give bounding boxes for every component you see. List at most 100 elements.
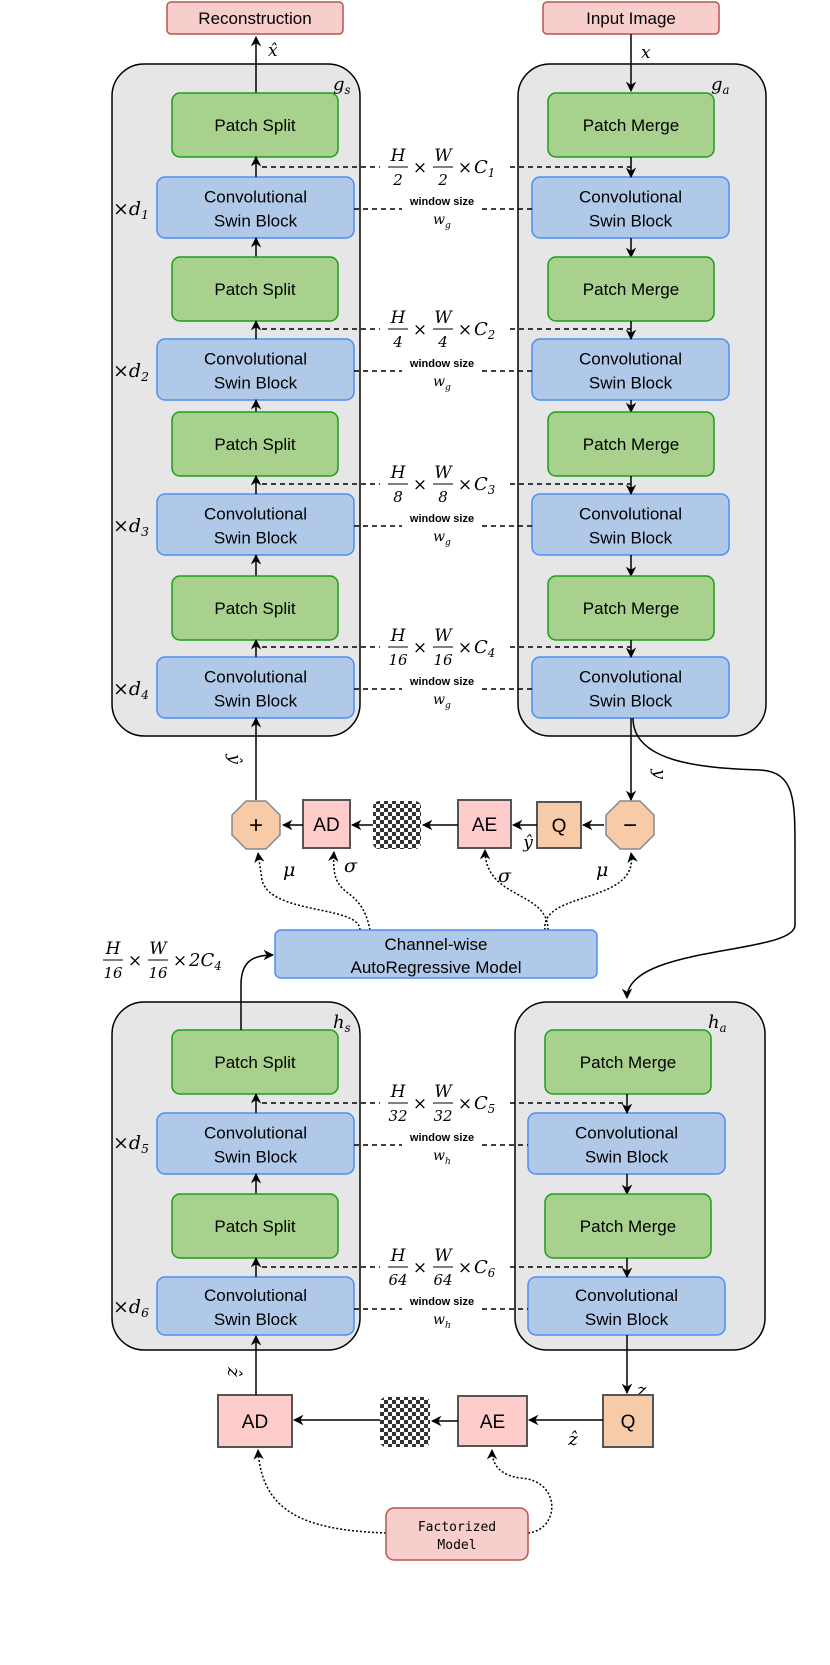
times-sign: × bbox=[458, 320, 472, 340]
math-subscript: g bbox=[445, 383, 451, 393]
sigma-label-left: σ bbox=[344, 855, 358, 877]
conv-swin-block-analysis-label-line2: Swin Block bbox=[589, 212, 673, 231]
hyper-arithmetic-decoder-box-label: AD bbox=[242, 1412, 268, 1433]
channel-label: C3 bbox=[474, 474, 495, 497]
conv-swin-block-analysis-label-line2: Swin Block bbox=[589, 529, 673, 548]
math-base: 2C bbox=[188, 950, 214, 971]
window-size-label: window size bbox=[409, 513, 474, 525]
times-sign: × bbox=[458, 1094, 472, 1114]
times-sign: × bbox=[413, 1258, 427, 1278]
hyper-quantizer-q-box-label: Q bbox=[621, 1412, 636, 1433]
math-subscript: 4 bbox=[213, 959, 221, 973]
channel-wise-label-line1: Channel-wise bbox=[385, 935, 488, 954]
math-subscript: 5 bbox=[141, 1142, 149, 1156]
fraction-numerator: W bbox=[434, 1082, 453, 1102]
math-subscript: h bbox=[445, 1321, 451, 1331]
math-base: w bbox=[433, 374, 445, 390]
patch-split-block-label: Patch Split bbox=[214, 280, 296, 299]
window-size-label: window size bbox=[409, 676, 474, 688]
window-var-label: wg bbox=[433, 692, 451, 711]
input-image-label: Input Image bbox=[586, 9, 676, 28]
math-subscript: g bbox=[445, 538, 451, 548]
conv-swin-block-hyper-synthesis-label-line2: Swin Block bbox=[214, 1148, 298, 1167]
fraction-numerator: W bbox=[434, 626, 453, 646]
math-subscript: s bbox=[345, 83, 351, 97]
fraction-denominator: 64 bbox=[388, 1271, 407, 1289]
mu-dotted-arrow bbox=[544, 851, 638, 931]
math-subscript: 2 bbox=[487, 328, 495, 342]
times-sign: × bbox=[413, 158, 427, 178]
times-sign: × bbox=[458, 158, 472, 178]
conv-swin-block-synthesis-label-line2: Swin Block bbox=[214, 212, 298, 231]
conv-swin-block-analysis-label-line2: Swin Block bbox=[589, 374, 673, 393]
fraction-denominator: 16 bbox=[388, 651, 408, 669]
factorized-to-ad-arrow bbox=[253, 1448, 387, 1534]
add-octagon-symbol: + bbox=[249, 812, 263, 839]
patch-split-block-label: Patch Split bbox=[214, 435, 296, 454]
math-base: w bbox=[433, 529, 445, 545]
fraction-denominator: 4 bbox=[392, 333, 403, 351]
conv-swin-block-synthesis-label-line1: Convolutional bbox=[204, 188, 307, 207]
reconstruction-label: Reconstruction bbox=[198, 9, 311, 28]
z-hat-left-label: ẑ bbox=[223, 1366, 244, 1377]
bitstream-checker-icon bbox=[373, 801, 421, 849]
patch-split-block-label: Patch Split bbox=[214, 599, 296, 618]
channel-label: C4 bbox=[474, 637, 495, 660]
fraction-numerator: H bbox=[390, 146, 407, 166]
patch-merge-block-label: Patch Merge bbox=[580, 1053, 676, 1072]
conv-swin-block-analysis-label-line1: Convolutional bbox=[579, 505, 682, 524]
fraction-numerator: H bbox=[390, 1082, 407, 1102]
conv-swin-block-hyper-analysis-label-line2: Swin Block bbox=[585, 1310, 669, 1329]
math-base: C bbox=[474, 637, 488, 658]
math-subscript: 2 bbox=[140, 370, 149, 384]
channel-label: C1 bbox=[474, 157, 495, 180]
channel-label: 2C4 bbox=[188, 950, 222, 973]
y-hat-label: ŷ bbox=[224, 753, 244, 764]
conv-swin-block-analysis-label-line1: Convolutional bbox=[579, 350, 682, 369]
math-base: C bbox=[474, 474, 488, 495]
window-size-label: window size bbox=[409, 196, 474, 208]
fraction-denominator: 2 bbox=[392, 171, 403, 189]
math-subscript: g bbox=[445, 221, 451, 231]
fraction-numerator: W bbox=[434, 308, 453, 328]
hyper-bitstream-checker-icon bbox=[380, 1397, 430, 1447]
conv-swin-block-synthesis-label-line2: Swin Block bbox=[214, 374, 298, 393]
window-var-label: wh bbox=[433, 1312, 451, 1331]
fraction-numerator: H bbox=[390, 308, 407, 328]
math-base: g bbox=[333, 74, 345, 95]
math-subscript: 4 bbox=[487, 646, 495, 660]
factorized-label-line1: Factorized bbox=[418, 1520, 496, 1535]
sigma-dotted-arrow bbox=[479, 848, 549, 931]
math-subscript: 6 bbox=[141, 1306, 149, 1320]
conv-swin-block-hyper-analysis-label-line1: Convolutional bbox=[575, 1124, 678, 1143]
times-sign: × bbox=[413, 475, 427, 495]
fraction-denominator: 2 bbox=[437, 171, 448, 189]
math-base: h bbox=[708, 1012, 720, 1033]
channel-wise-label-line2: AutoRegressive Model bbox=[350, 958, 521, 977]
patch-merge-block-label: Patch Merge bbox=[583, 435, 679, 454]
math-base: ×d bbox=[113, 515, 141, 537]
times-sign: × bbox=[458, 475, 472, 495]
conv-swin-block-synthesis-label-line1: Convolutional bbox=[204, 668, 307, 687]
math-base: ×d bbox=[113, 1132, 141, 1154]
math-base: h bbox=[333, 1012, 345, 1033]
fraction-numerator: H bbox=[105, 939, 122, 959]
math-base: g bbox=[711, 74, 723, 95]
sigma-label-right: σ bbox=[498, 865, 512, 887]
arithmetic-encoder-box-label: AE bbox=[472, 815, 497, 836]
hyper-arithmetic-encoder-box-label: AE bbox=[480, 1412, 505, 1433]
y-label: y bbox=[649, 768, 669, 779]
fraction-numerator: H bbox=[390, 626, 407, 646]
conv-swin-block-hyper-synthesis-label-line1: Convolutional bbox=[204, 1286, 307, 1305]
math-base: C bbox=[474, 319, 488, 340]
math-base: C bbox=[474, 1257, 488, 1278]
math-base: ×d bbox=[113, 360, 141, 382]
fraction-numerator: W bbox=[434, 146, 453, 166]
patch-split-block-label: Patch Split bbox=[214, 1217, 296, 1236]
patch-merge-block-label: Patch Merge bbox=[583, 116, 679, 135]
conv-swin-block-synthesis-label-line1: Convolutional bbox=[204, 350, 307, 369]
z-hat-label: ẑ bbox=[567, 1429, 578, 1450]
factorized-label-line2: Model bbox=[437, 1538, 476, 1553]
ga-to-ha-arrow bbox=[621, 717, 796, 1000]
arithmetic-decoder-box-label: AD bbox=[313, 815, 339, 836]
